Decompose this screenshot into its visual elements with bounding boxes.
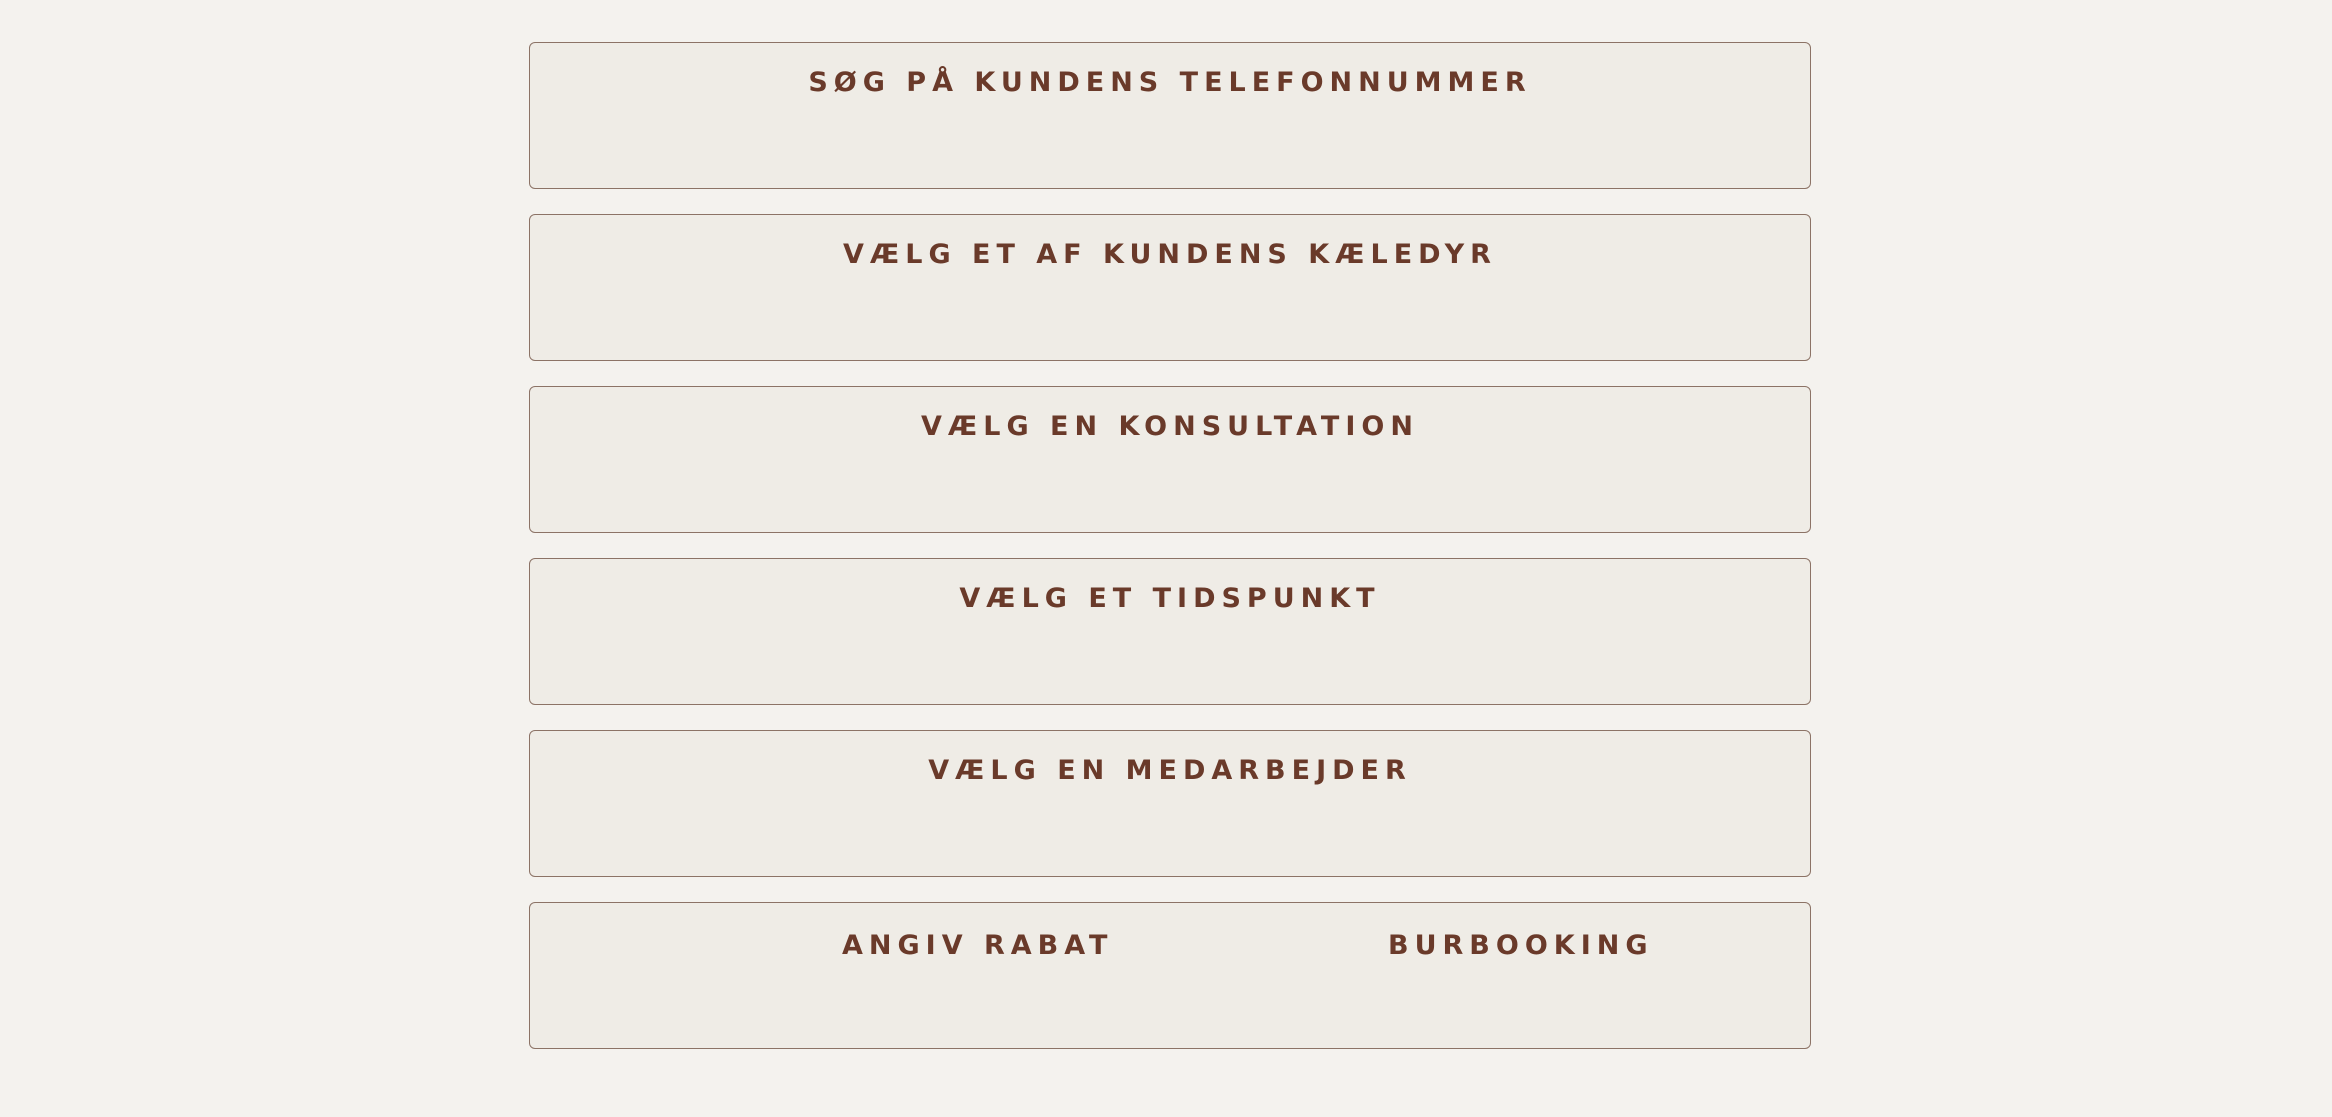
discount-title[interactable]: ANGIV RABAT [842,928,1113,964]
booking-form: SØG PÅ KUNDENS TELEFONNUMMER VÆLG ET AF … [529,42,1811,1049]
time-select-title: VÆLG ET TIDSPUNKT [959,583,1381,614]
pet-select-section[interactable]: VÆLG ET AF KUNDENS KÆLEDYR [529,214,1811,361]
phone-search-section[interactable]: SØG PÅ KUNDENS TELEFONNUMMER [529,42,1811,189]
consultation-select-section[interactable]: VÆLG EN KONSULTATION [529,386,1811,533]
consultation-select-title: VÆLG EN KONSULTATION [921,411,1419,442]
time-select-section[interactable]: VÆLG ET TIDSPUNKT [529,558,1811,705]
employee-select-section[interactable]: VÆLG EN MEDARBEJDER [529,730,1811,877]
phone-search-title: SØG PÅ KUNDENS TELEFONNUMMER [808,67,1532,98]
cage-booking-title[interactable]: BURBOOKING [1388,928,1654,964]
pet-select-title: VÆLG ET AF KUNDENS KÆLEDYR [843,239,1497,270]
discount-and-cage-section: ANGIV RABAT BURBOOKING [529,902,1811,1049]
employee-select-title: VÆLG EN MEDARBEJDER [928,755,1412,786]
